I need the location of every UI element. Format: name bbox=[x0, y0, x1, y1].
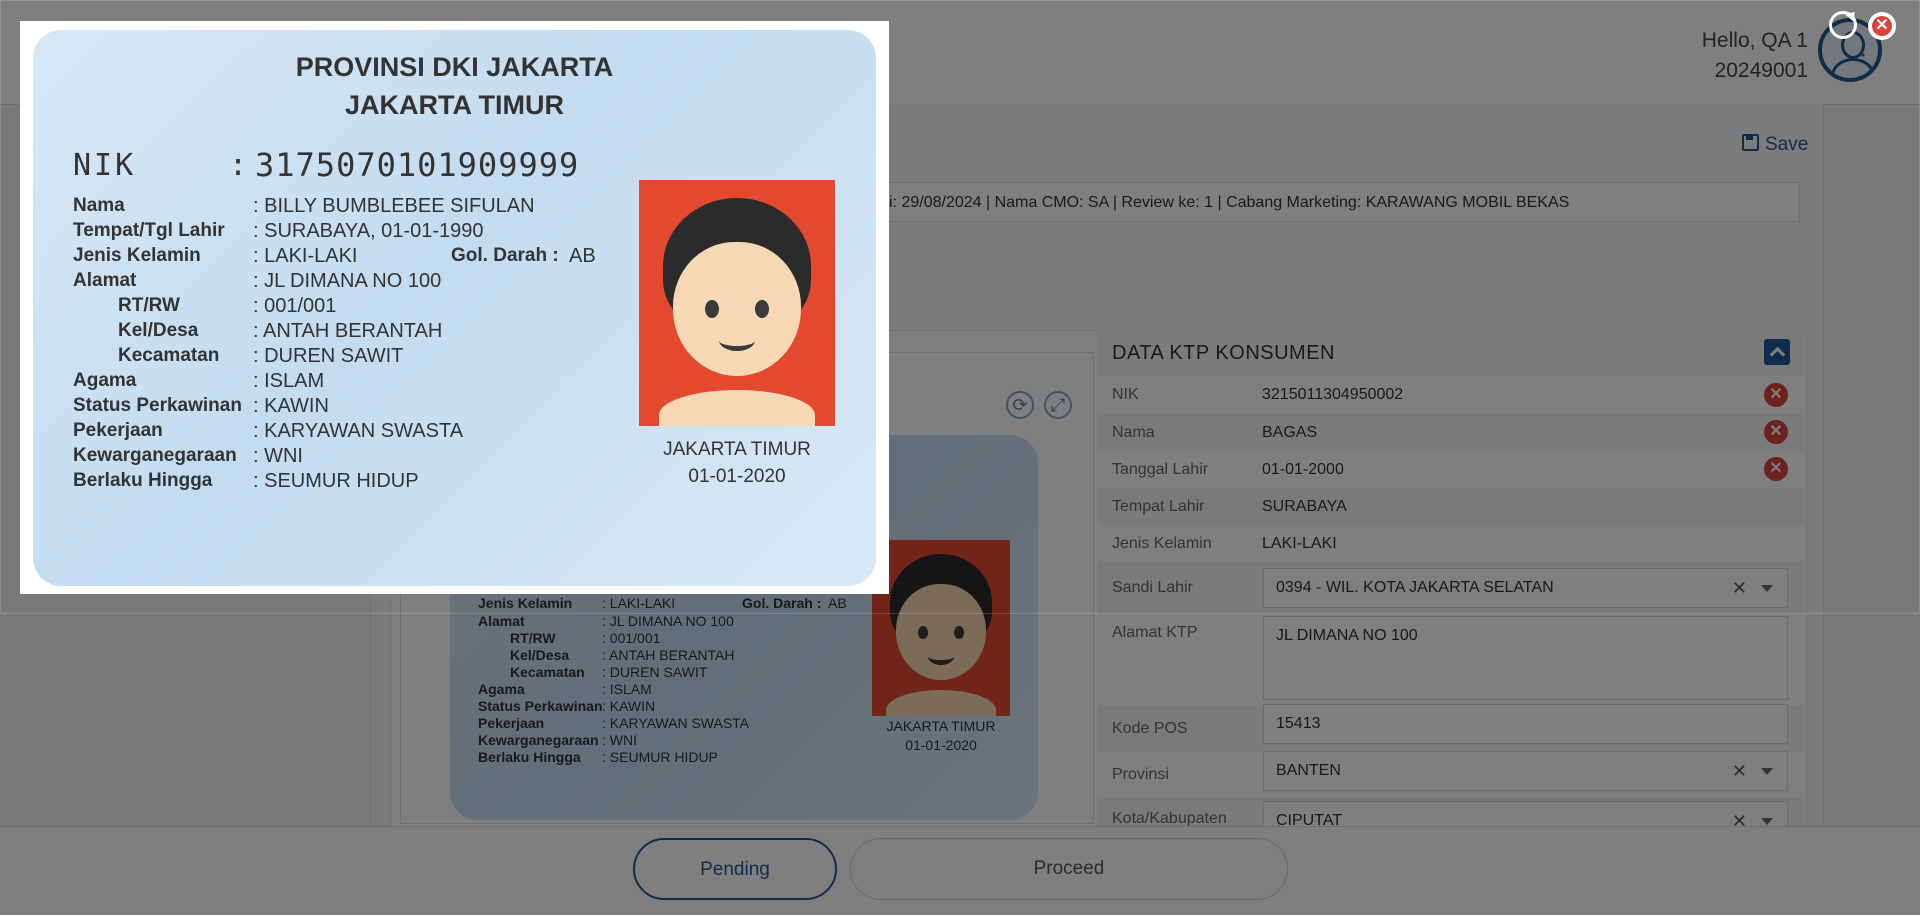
ktp-field-label: Berlaku Hingga bbox=[73, 470, 213, 491]
modal-rotate-icon[interactable] bbox=[1829, 11, 1857, 39]
ktp-field-value: : ISLAM bbox=[253, 370, 325, 392]
ktp-field-value: : LAKI-LAKI bbox=[253, 245, 358, 267]
ktp-field-value: : SURABAYA, 01-01-1990 bbox=[253, 220, 484, 242]
ktp-field-label: Kecamatan bbox=[118, 345, 220, 366]
ktp-field-value: : 001/001 bbox=[253, 295, 337, 317]
ktp-field-value: : SEUMUR HIDUP bbox=[253, 470, 419, 492]
ktp-field-label: Pekerjaan bbox=[73, 420, 163, 441]
ktp-field-label: Status Perkawinan bbox=[73, 395, 242, 416]
ktp-field-value: : DUREN SAWIT bbox=[253, 345, 404, 367]
ktp-nik-value: 3175070101909999 bbox=[255, 146, 580, 184]
ktp-field-label: Kel/Desa bbox=[118, 320, 199, 341]
ktp-field-value: : JL DIMANA NO 100 bbox=[253, 270, 442, 292]
ktp-field-value: : KAWIN bbox=[253, 395, 329, 417]
ktp-field-value: : ANTAH BERANTAH bbox=[253, 320, 443, 342]
ktp-field-value: : KARYAWAN SWASTA bbox=[253, 420, 464, 442]
ktp-field-label: Tempat/Tgl Lahir bbox=[73, 220, 225, 241]
ktp-field-value: : WNI bbox=[253, 445, 303, 467]
ktp-blood-label: Gol. Darah : bbox=[451, 245, 559, 266]
ktp-field-label: Agama bbox=[73, 370, 137, 391]
ktp-issue-city: JAKARTA TIMUR bbox=[663, 439, 811, 460]
ktp-blood-value: AB bbox=[569, 245, 596, 267]
ktp-image-preview: PROVINSI DKI JAKARTA JAKARTA TIMUR NIK :… bbox=[20, 21, 889, 594]
modal-close-icon[interactable]: ✕ bbox=[1868, 12, 1896, 40]
ktp-city: JAKARTA TIMUR bbox=[345, 90, 564, 120]
ktp-province: PROVINSI DKI JAKARTA bbox=[295, 52, 614, 82]
ktp-card-large: PROVINSI DKI JAKARTA JAKARTA TIMUR NIK :… bbox=[33, 30, 876, 586]
ktp-field-label: RT/RW bbox=[118, 295, 180, 316]
ktp-field-value: : BILLY BUMBLEBEE SIFULAN bbox=[253, 195, 535, 217]
ktp-field-label: Jenis Kelamin bbox=[73, 245, 201, 266]
ktp-field-label: Nama bbox=[73, 195, 125, 216]
ktp-photo bbox=[639, 180, 835, 426]
ktp-field-label: Kewarganegaraan bbox=[73, 445, 237, 466]
ktp-issue-date: 01-01-2020 bbox=[688, 466, 786, 487]
ktp-field-label: Alamat bbox=[73, 270, 137, 291]
ktp-nik-label: NIK bbox=[73, 148, 137, 183]
